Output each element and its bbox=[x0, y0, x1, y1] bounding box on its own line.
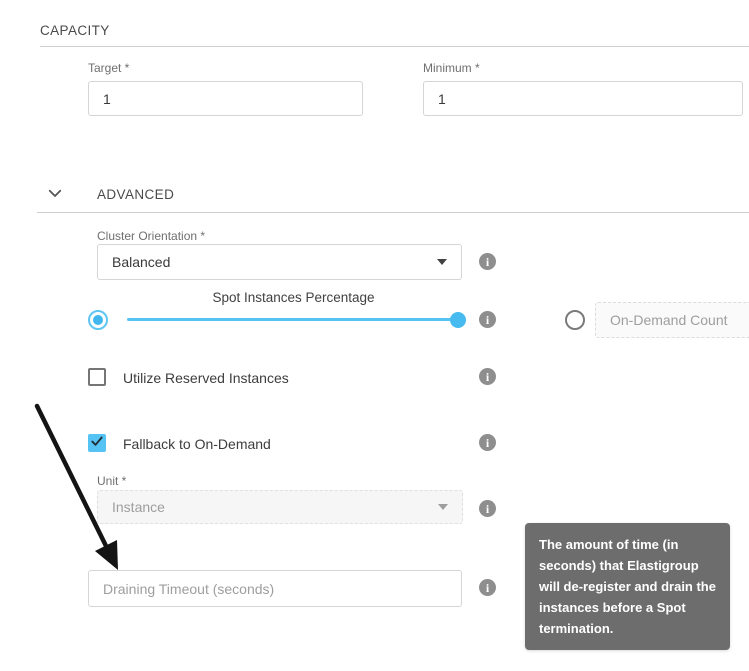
tooltip-text-line: instances before a Spot bbox=[539, 597, 716, 618]
unit-select: Instance bbox=[97, 490, 463, 524]
spot-percentage-label: Spot Instances Percentage bbox=[127, 290, 460, 305]
fallback-checkbox[interactable] bbox=[88, 434, 106, 452]
spot-percentage-slider[interactable] bbox=[127, 318, 460, 321]
on-demand-count-input[interactable] bbox=[595, 302, 749, 338]
fallback-label[interactable]: Fallback to On-Demand bbox=[123, 436, 271, 452]
cluster-orientation-value: Balanced bbox=[112, 254, 170, 270]
cluster-orientation-info-icon[interactable] bbox=[479, 253, 496, 270]
cluster-orientation-select[interactable]: Balanced bbox=[97, 244, 462, 280]
caret-down-icon bbox=[438, 504, 448, 510]
elastigroup-capacity-form: CAPACITY Target * Minimum * ADVANCED Clu… bbox=[0, 0, 749, 671]
minimum-input[interactable] bbox=[423, 81, 743, 116]
unit-value: Instance bbox=[112, 499, 165, 515]
target-label: Target * bbox=[88, 61, 129, 75]
tooltip-text-line: termination. bbox=[539, 618, 716, 639]
draining-timeout-tooltip: The amount of time (in seconds) that Ela… bbox=[525, 523, 730, 650]
target-input[interactable] bbox=[88, 81, 363, 116]
tooltip-text-line: will de-register and drain the bbox=[539, 576, 716, 597]
spot-percentage-slider-thumb[interactable] bbox=[450, 312, 466, 328]
advanced-collapse-toggle[interactable] bbox=[45, 184, 65, 204]
tooltip-text-line: The amount of time (in bbox=[539, 534, 716, 555]
draining-timeout-input[interactable] bbox=[88, 570, 462, 607]
fallback-info-icon[interactable] bbox=[479, 434, 496, 451]
spot-percentage-radio[interactable] bbox=[88, 310, 108, 330]
unit-label: Unit * bbox=[97, 474, 126, 488]
on-demand-count-radio[interactable] bbox=[565, 310, 585, 330]
minimum-label: Minimum * bbox=[423, 61, 480, 75]
draining-timeout-info-icon[interactable] bbox=[479, 579, 496, 596]
advanced-divider bbox=[37, 212, 749, 213]
checkmark-icon bbox=[90, 434, 104, 453]
chevron-down-icon bbox=[46, 190, 64, 205]
utilize-reserved-checkbox[interactable] bbox=[88, 368, 106, 386]
tooltip-text-line: seconds) that Elastigroup bbox=[539, 555, 716, 576]
spot-percentage-info-icon[interactable] bbox=[479, 311, 496, 328]
utilize-reserved-info-icon[interactable] bbox=[479, 368, 496, 385]
cluster-orientation-label: Cluster Orientation * bbox=[97, 229, 205, 243]
radio-dot bbox=[93, 315, 103, 325]
capacity-divider bbox=[40, 46, 749, 47]
caret-down-icon bbox=[437, 259, 447, 265]
advanced-section-title: ADVANCED bbox=[97, 187, 174, 202]
utilize-reserved-label[interactable]: Utilize Reserved Instances bbox=[123, 370, 289, 386]
capacity-section-title: CAPACITY bbox=[40, 23, 110, 38]
unit-info-icon[interactable] bbox=[479, 500, 496, 517]
